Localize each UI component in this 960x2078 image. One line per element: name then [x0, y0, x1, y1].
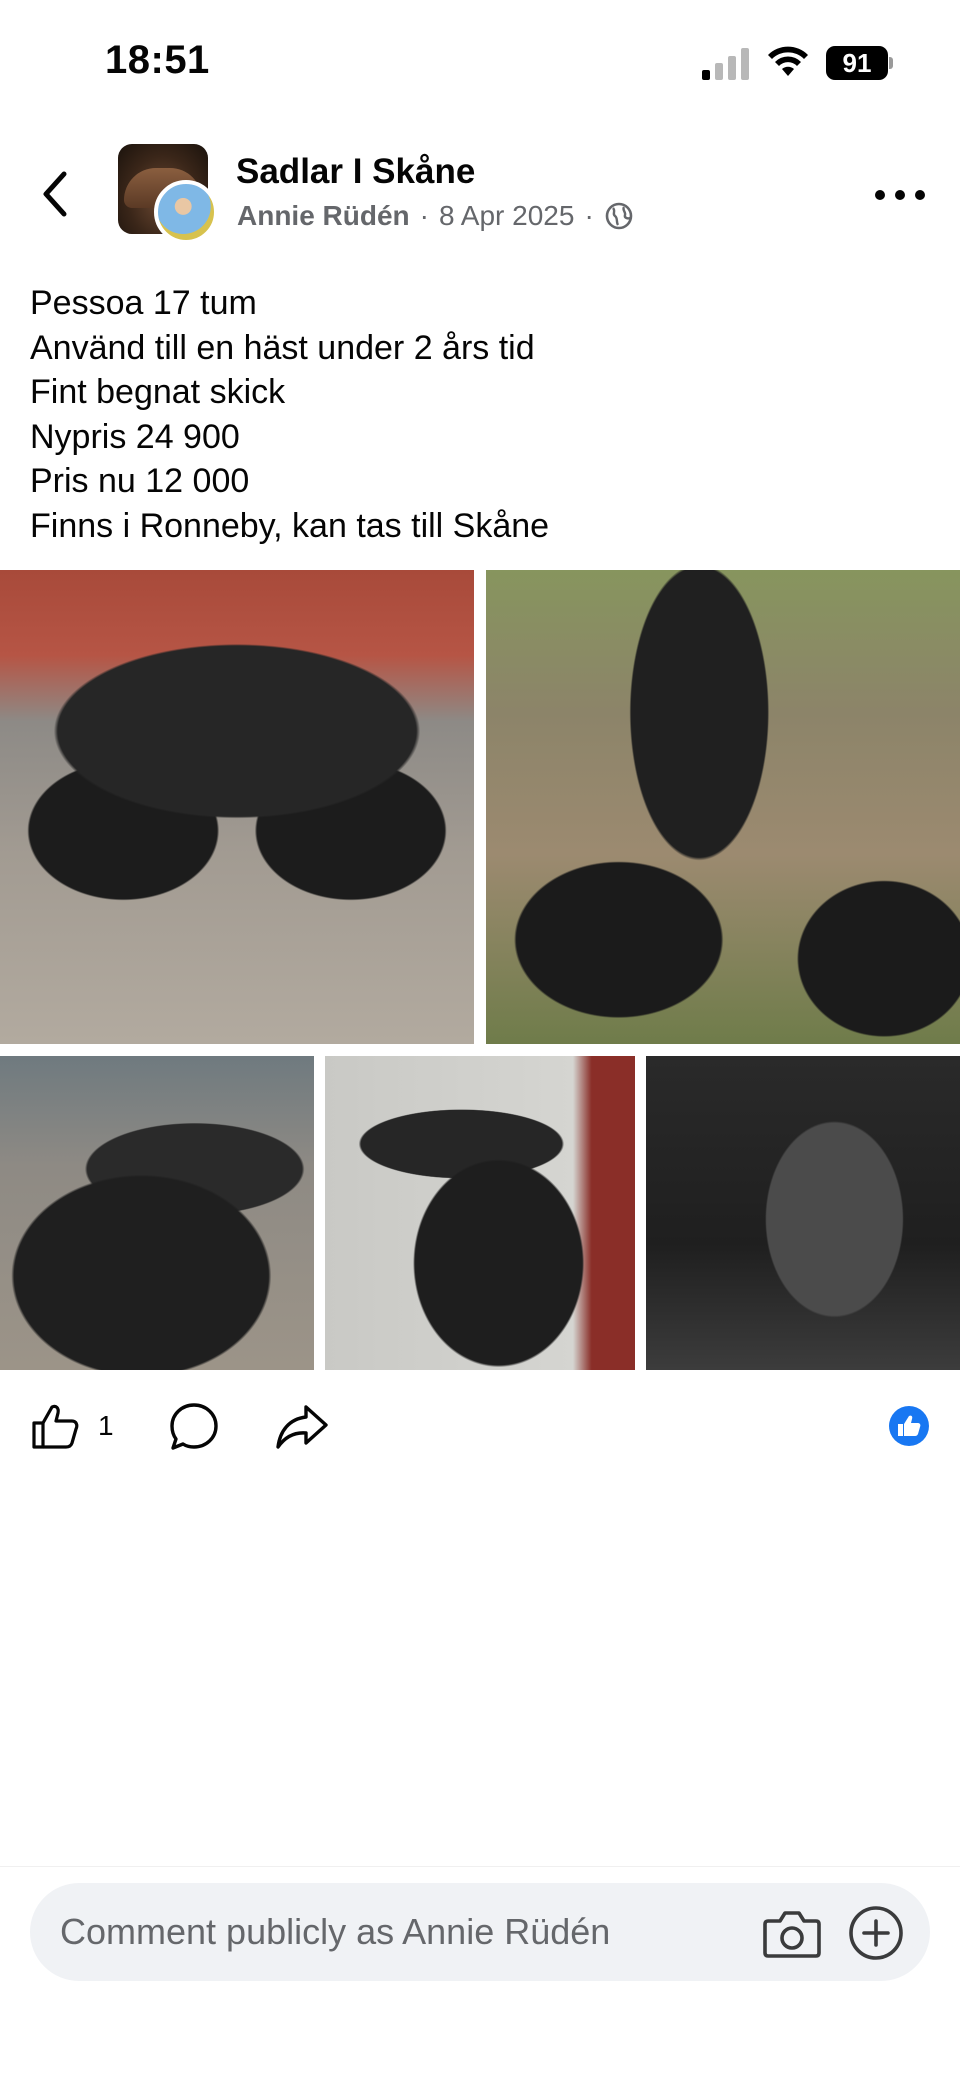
post-text: Pessoa 17 tum Använd till en häst under …: [30, 281, 930, 548]
battery-tip: [889, 57, 893, 69]
globe-icon: [605, 202, 633, 230]
battery-icon: 91: [826, 46, 894, 80]
more-options-icon[interactable]: [874, 180, 926, 210]
author-avatar[interactable]: [154, 180, 218, 244]
post-line: Finns i Ronneby, kan tas till Skåne: [30, 506, 550, 545]
post-photo[interactable]: [0, 570, 474, 1044]
camera-icon[interactable]: [762, 1907, 822, 1959]
post-line: Fint begnat skick: [30, 373, 286, 411]
add-icon[interactable]: [848, 1905, 904, 1961]
like-reaction-icon[interactable]: [888, 1405, 930, 1447]
like-icon: [32, 1404, 79, 1449]
post-line: Pris nu 12 000: [30, 462, 250, 500]
comment-icon[interactable]: [168, 1401, 220, 1453]
group-name[interactable]: Sadlar I Skåne: [236, 152, 475, 192]
post-line: Pessoa 17 tum: [30, 284, 257, 322]
back-arrow-icon[interactable]: [34, 164, 78, 224]
cellular-signal-icon: [702, 48, 749, 80]
post-photo[interactable]: [325, 1056, 635, 1370]
post-line: Nypris 24 900: [30, 417, 240, 456]
wifi-icon: [768, 46, 808, 76]
status-time: 18:51: [105, 38, 210, 82]
meta-separator: ·: [419, 200, 429, 231]
battery-level: 91: [826, 46, 888, 80]
like-count: 1: [98, 1410, 114, 1441]
like-button[interactable]: 1: [30, 1395, 114, 1457]
share-icon[interactable]: [274, 1401, 330, 1453]
post-photo[interactable]: [646, 1056, 960, 1370]
comment-bar: [0, 1866, 960, 2078]
post-photo[interactable]: [486, 570, 960, 1044]
post-meta: Annie Rüdén · 8 Apr 2025 ·: [237, 200, 634, 232]
post-photo[interactable]: [0, 1056, 314, 1370]
meta-separator: ·: [584, 200, 594, 231]
author-name[interactable]: Annie Rüdén: [237, 200, 410, 232]
post-line: Använd till en häst under 2 års tid: [30, 328, 535, 367]
post-date[interactable]: 8 Apr 2025: [439, 200, 574, 232]
status-bar: 18:51 91: [0, 0, 960, 130]
post-actions: 1: [0, 1395, 960, 1457]
